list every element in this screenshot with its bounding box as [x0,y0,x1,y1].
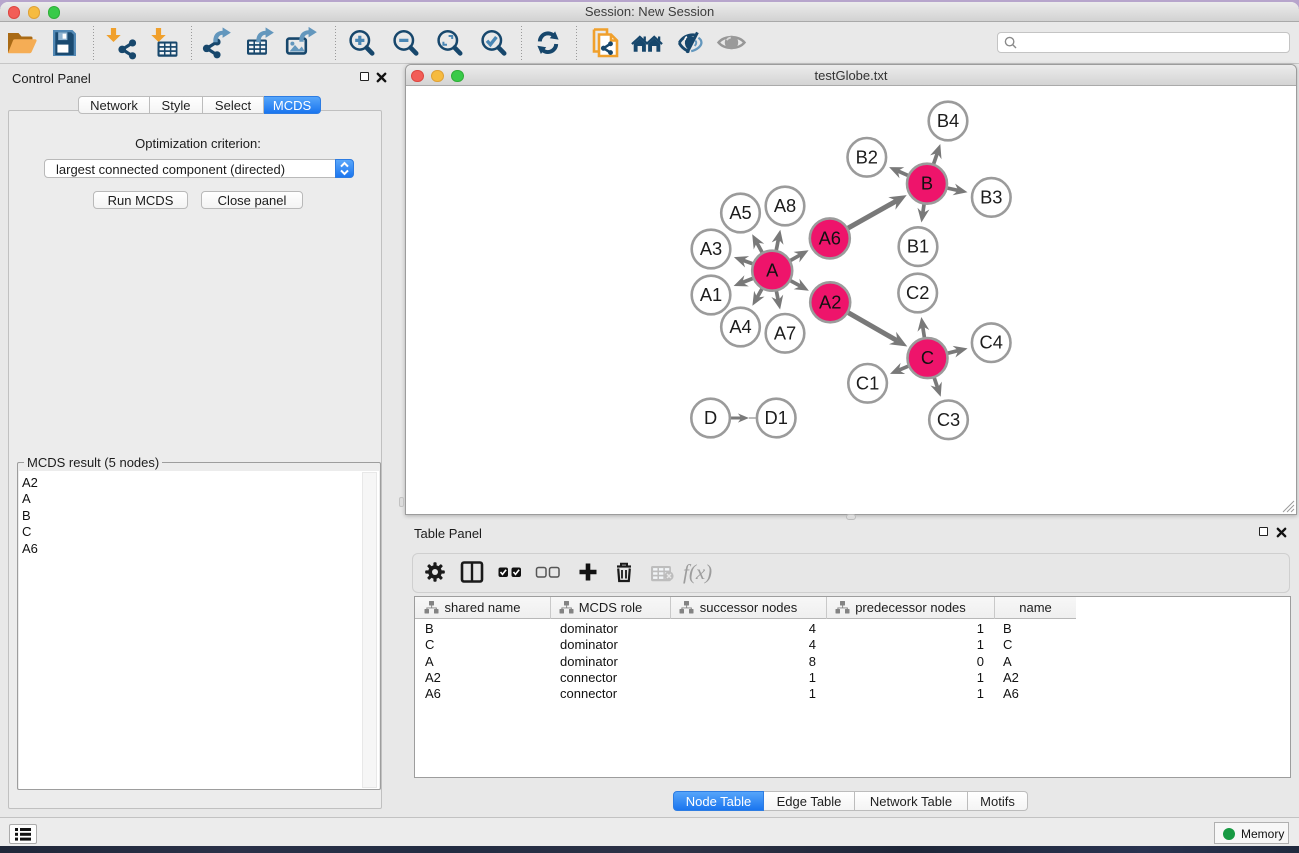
svg-text:C: C [921,347,934,368]
svg-text:A: A [766,260,779,281]
svg-text:D: D [704,407,717,428]
svg-text:C3: C3 [937,409,960,430]
svg-text:A8: A8 [774,195,796,216]
svg-text:C2: C2 [906,282,929,303]
svg-text:A1: A1 [700,284,722,305]
svg-text:C1: C1 [856,372,879,393]
svg-text:B: B [921,173,933,194]
svg-text:A5: A5 [729,202,751,223]
svg-text:C4: C4 [980,332,1003,353]
svg-text:D1: D1 [765,407,788,428]
svg-text:B1: B1 [907,236,929,257]
svg-text:A2: A2 [819,291,841,312]
svg-text:B3: B3 [980,186,1002,207]
svg-text:A4: A4 [729,316,751,337]
svg-text:B2: B2 [856,146,878,167]
svg-text:A7: A7 [774,322,796,343]
svg-text:B4: B4 [937,110,959,131]
svg-text:A6: A6 [819,227,841,248]
svg-text:A3: A3 [700,238,722,259]
